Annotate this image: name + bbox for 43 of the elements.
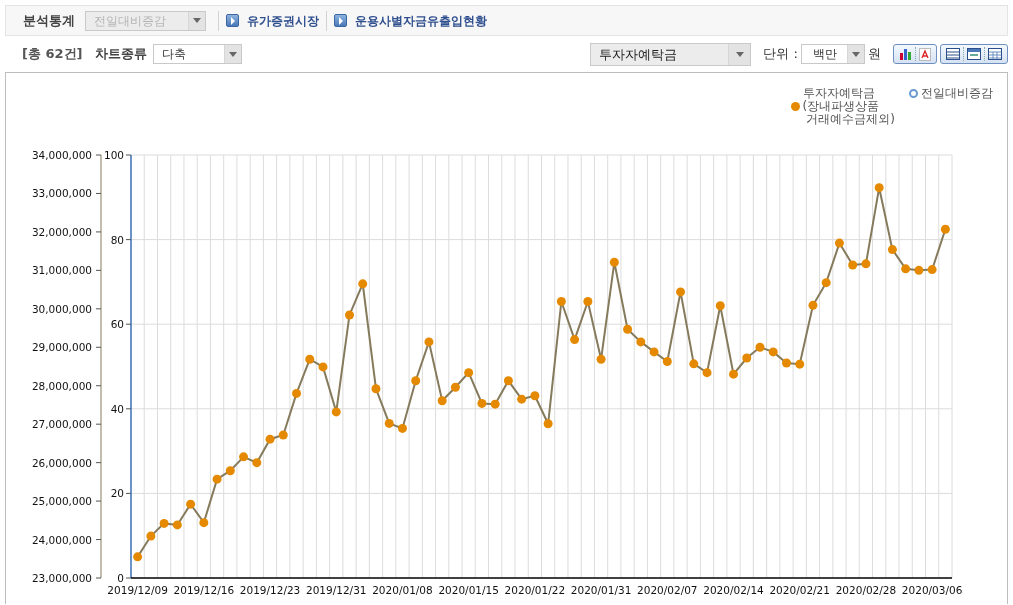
axis-tick-label: 20 xyxy=(110,487,124,500)
axis-tick-label: 2019/12/16 xyxy=(173,584,235,596)
axis-tick-label: 26,000,000 xyxy=(31,456,92,469)
unit-select[interactable]: 백만 xyxy=(801,44,865,64)
axis-tick-label: 2020/02/07 xyxy=(637,584,698,596)
currency-label: 원 xyxy=(868,45,881,64)
axis-tick-label: 100 xyxy=(103,149,124,161)
chart-type-label: 차트종류 xyxy=(94,45,147,64)
axis-tick-label: 23,000,000 xyxy=(31,572,92,584)
legend-label: 전일대비증감 xyxy=(921,87,993,100)
analysis-label: 분석통계 xyxy=(23,11,75,30)
axis-tick-label: 2020/02/21 xyxy=(769,584,830,596)
axis-tick-label: 60 xyxy=(110,318,124,331)
axis-tick-label: 2020/01/08 xyxy=(372,584,433,596)
axis-tick-label: 24,000,000 xyxy=(31,533,92,546)
axis-tick-label: 33,000,000 xyxy=(31,187,92,200)
axis-tick-label: 2020/03/06 xyxy=(901,584,963,596)
axis-tick-label: 2019/12/23 xyxy=(239,584,301,596)
metric-select[interactable]: 투자자예탁금 xyxy=(590,42,752,66)
axis-tick-label: 80 xyxy=(110,233,124,246)
axis-tick-label: 25,000,000 xyxy=(31,495,92,508)
chart-type-select[interactable]: 다축 xyxy=(152,44,242,64)
axis-tick-label: 40 xyxy=(110,402,124,415)
axis-tick-label: 34,000,000 xyxy=(31,149,92,161)
axis-tick-label: 2020/01/15 xyxy=(438,584,499,596)
record-count: [총 62건] xyxy=(22,45,83,64)
axis-tick-label: 29,000,000 xyxy=(31,341,92,354)
axis-tick-label: 2020/01/22 xyxy=(504,584,566,596)
axis-tick-label: 28,000,000 xyxy=(31,379,92,392)
axis-tick-label: 2020/02/28 xyxy=(835,584,897,596)
axis-tick-label: 2019/12/09 xyxy=(107,584,168,596)
axis-tick-label: 27,000,000 xyxy=(31,418,92,431)
nav-link[interactable]: 유가증권시장 xyxy=(247,11,319,30)
axis-tick-label: 30,000,000 xyxy=(31,302,92,315)
axis-tick-label: 31,000,000 xyxy=(31,264,92,277)
nav-link[interactable]: 운용사별자금유출입현황 xyxy=(355,11,487,30)
unit-label: 단위 : xyxy=(763,45,798,64)
axis-tick-label: 2020/02/14 xyxy=(703,584,764,596)
axis-tick-label: 32,000,000 xyxy=(31,225,92,238)
axis-tick-label: 2019/12/31 xyxy=(306,584,367,596)
axis-tick-label: 0 xyxy=(117,572,124,584)
axis-tick-label: 2020/01/31 xyxy=(570,584,632,596)
legend-label: 투자자예탁금 (장내파생상품 거래예수금제외) xyxy=(802,87,895,126)
